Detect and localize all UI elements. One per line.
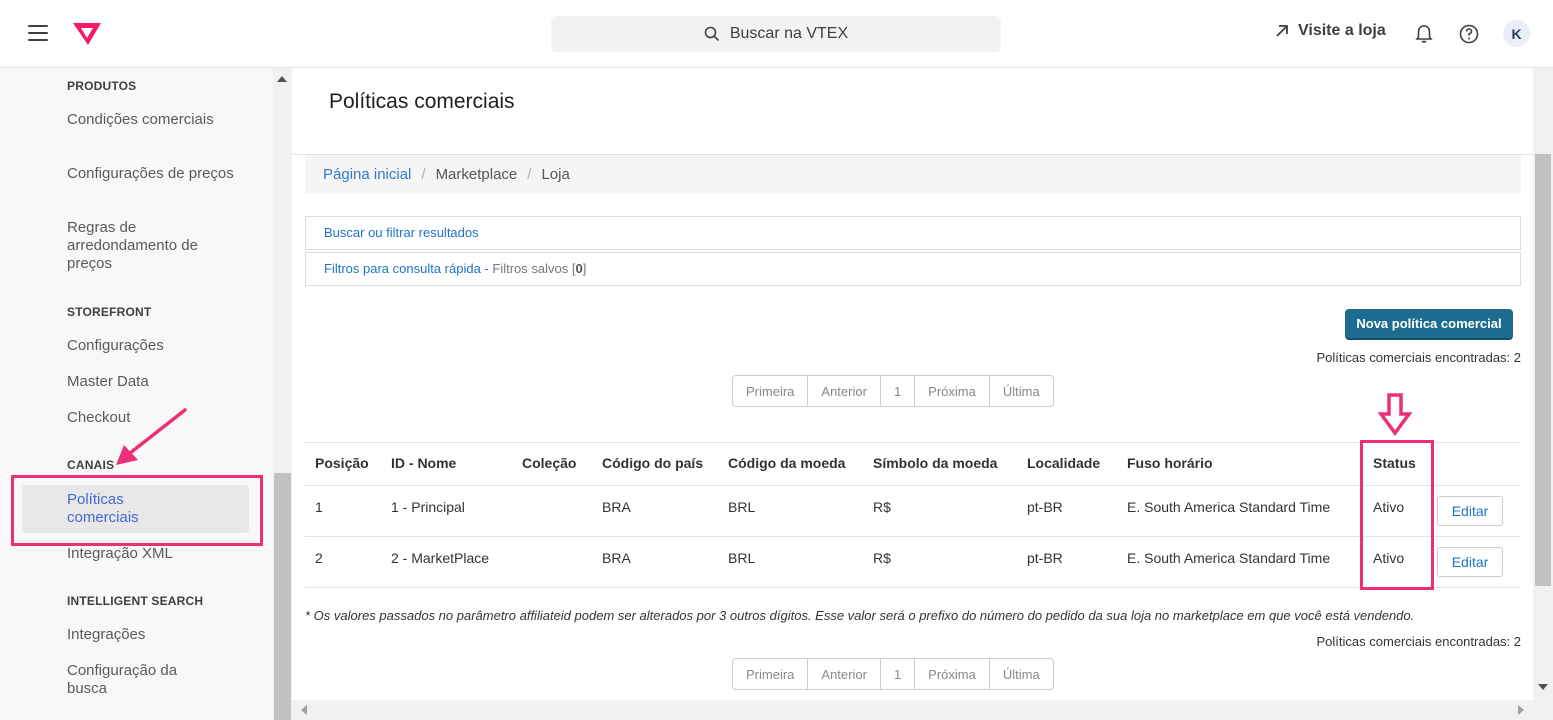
scroll-up-icon[interactable]	[277, 76, 287, 82]
saved-filters-close: ]	[582, 261, 587, 276]
cell-posicao: 1	[315, 499, 323, 515]
breadcrumb: Página inicial / Marketplace / Loja	[305, 155, 1521, 193]
saved-filters-count: 0	[575, 261, 583, 276]
search-filter-toggle[interactable]: Buscar ou filtrar resultados	[305, 216, 1521, 250]
cell-localidade: pt-BR	[1027, 550, 1063, 566]
breadcrumb-separator: /	[527, 165, 532, 183]
pager-page-button[interactable]: 1	[881, 376, 916, 406]
header-fuso-horario: Fuso horário	[1127, 455, 1213, 471]
hamburger-menu-icon[interactable]	[28, 25, 48, 41]
header-id-nome: ID - Nome	[391, 455, 457, 471]
pager-next-button[interactable]: Próxima	[915, 659, 990, 689]
edit-button[interactable]: Editar	[1437, 547, 1503, 577]
results-count-top: Políticas comerciais encontradas: 2	[1316, 350, 1521, 365]
header-localidade: Localidade	[1027, 455, 1101, 471]
sidebar-item-integracao-xml[interactable]: Integração XML	[67, 545, 247, 563]
pager-prev-button[interactable]: Anterior	[808, 376, 881, 406]
table-header-row: Posição ID - Nome Coleção Código do país…	[305, 443, 1521, 486]
sidebar-section-storefront: STOREFRONT	[67, 305, 152, 319]
header-colecao: Coleção	[522, 455, 577, 471]
table-row: 1 1 - Principal BRA BRL R$ pt-BR E. Sout…	[305, 486, 1521, 537]
saved-filters-label: Filtros salvos [	[492, 261, 576, 276]
header-codigo-pais: Código do país	[602, 455, 704, 471]
new-policy-button[interactable]: Nova política comercial	[1345, 309, 1513, 340]
pager-last-button[interactable]: Última	[990, 376, 1053, 406]
sidebar-item-condicoes-comerciais[interactable]: Condições comerciais	[67, 111, 247, 129]
cell-fuso-horario: E. South America Standard Time	[1127, 499, 1331, 515]
search-filter-label: Buscar ou filtrar resultados	[324, 225, 479, 240]
cell-id-nome: 1 - Principal	[391, 499, 465, 515]
scroll-down-icon[interactable]	[1538, 684, 1548, 690]
cell-posicao: 2	[315, 550, 323, 566]
affiliate-note: * Os valores passados no parâmetro affil…	[305, 608, 1415, 623]
search-input[interactable]: Buscar na VTEX	[551, 16, 1001, 52]
sidebar-item-configuracoes[interactable]: Configurações	[67, 337, 247, 355]
pagination-top: Primeira Anterior 1 Próxima Última	[732, 375, 1054, 407]
edit-button[interactable]: Editar	[1437, 496, 1503, 526]
main-scrollbar-thumb[interactable]	[1535, 154, 1551, 586]
user-avatar[interactable]: K	[1503, 20, 1530, 47]
pager-first-button[interactable]: Primeira	[733, 376, 809, 406]
highlight-box-sidebar	[11, 475, 263, 546]
cell-id-nome: 2 - MarketPlace	[391, 550, 490, 566]
breadcrumb-loja: Loja	[541, 165, 570, 183]
visit-store-label: Visite a loja	[1298, 22, 1386, 39]
sidebar-item-integracoes[interactable]: Integrações	[67, 626, 247, 644]
pager-last-button[interactable]: Última	[990, 659, 1053, 689]
cell-simbolo-moeda: R$	[873, 499, 891, 515]
sidebar-item-configuracoes-de-precos[interactable]: Configurações de preços	[67, 165, 247, 183]
pager-next-button[interactable]: Próxima	[915, 376, 990, 406]
top-bar: Buscar na VTEX Visite a loja K	[0, 0, 1553, 68]
down-arrow-icon	[1378, 393, 1412, 436]
breadcrumb-marketplace: Marketplace	[435, 165, 518, 183]
header-codigo-moeda: Código da moeda	[728, 455, 846, 471]
pager-first-button[interactable]: Primeira	[733, 659, 809, 689]
pager-prev-button[interactable]: Anterior	[808, 659, 881, 689]
breadcrumb-home-link[interactable]: Página inicial	[323, 166, 411, 183]
annotation-arrow-icon	[116, 408, 187, 465]
scroll-left-icon[interactable]	[301, 705, 307, 715]
search-icon	[704, 26, 719, 42]
vtex-logo[interactable]	[72, 22, 102, 51]
policies-table: Posição ID - Nome Coleção Código do país…	[305, 442, 1521, 588]
sidebar-section-canais: CANAIS	[67, 458, 115, 472]
results-count-bottom: Políticas comerciais encontradas: 2	[1316, 634, 1521, 649]
pager-page-button[interactable]: 1	[881, 659, 916, 689]
cell-localidade: pt-BR	[1027, 499, 1063, 515]
sidebar-item-master-data[interactable]: Master Data	[67, 373, 247, 391]
help-icon[interactable]	[1458, 23, 1480, 50]
quick-filters-label: Filtros para consulta rápida -	[324, 261, 489, 276]
sidebar-section-produtos: PRODUTOS	[67, 79, 137, 93]
external-arrow-icon	[1276, 25, 1288, 37]
sidebar-item-configuracao-da-busca[interactable]: Configuração da busca	[67, 662, 207, 698]
cell-fuso-horario: E. South America Standard Time	[1127, 550, 1331, 566]
pagination-bottom: Primeira Anterior 1 Próxima Última	[732, 658, 1054, 690]
sidebar-item-regras-arredondamento[interactable]: Regras de arredondamento de preços	[67, 219, 207, 273]
cell-simbolo-moeda: R$	[873, 550, 891, 566]
cell-codigo-moeda: BRL	[728, 550, 756, 566]
header-posicao: Posição	[315, 455, 369, 471]
breadcrumb-separator: /	[421, 165, 426, 183]
highlight-box-status	[1360, 440, 1434, 590]
quick-filters-toggle[interactable]: Filtros para consulta rápida - Filtros s…	[305, 252, 1521, 286]
sidebar-scrollbar-thumb[interactable]	[274, 473, 291, 720]
cell-codigo-pais: BRA	[602, 550, 631, 566]
header-simbolo-moeda: Símbolo da moeda	[873, 455, 998, 471]
sidebar-section-intelligent-search: INTELLIGENT SEARCH	[67, 594, 204, 608]
search-placeholder: Buscar na VTEX	[729, 25, 849, 42]
cell-codigo-pais: BRA	[602, 499, 631, 515]
page-title: Políticas comerciais	[329, 90, 515, 113]
table-row: 2 2 - MarketPlace BRA BRL R$ pt-BR E. So…	[305, 537, 1521, 588]
notifications-bell-icon[interactable]	[1413, 23, 1435, 50]
scroll-right-icon[interactable]	[1518, 705, 1524, 715]
cell-codigo-moeda: BRL	[728, 499, 756, 515]
horizontal-scrollbar[interactable]	[292, 700, 1533, 720]
visit-store-link[interactable]: Visite a loja	[1274, 22, 1386, 40]
sidebar: PRODUTOS Condições comerciais Configuraç…	[0, 68, 292, 720]
